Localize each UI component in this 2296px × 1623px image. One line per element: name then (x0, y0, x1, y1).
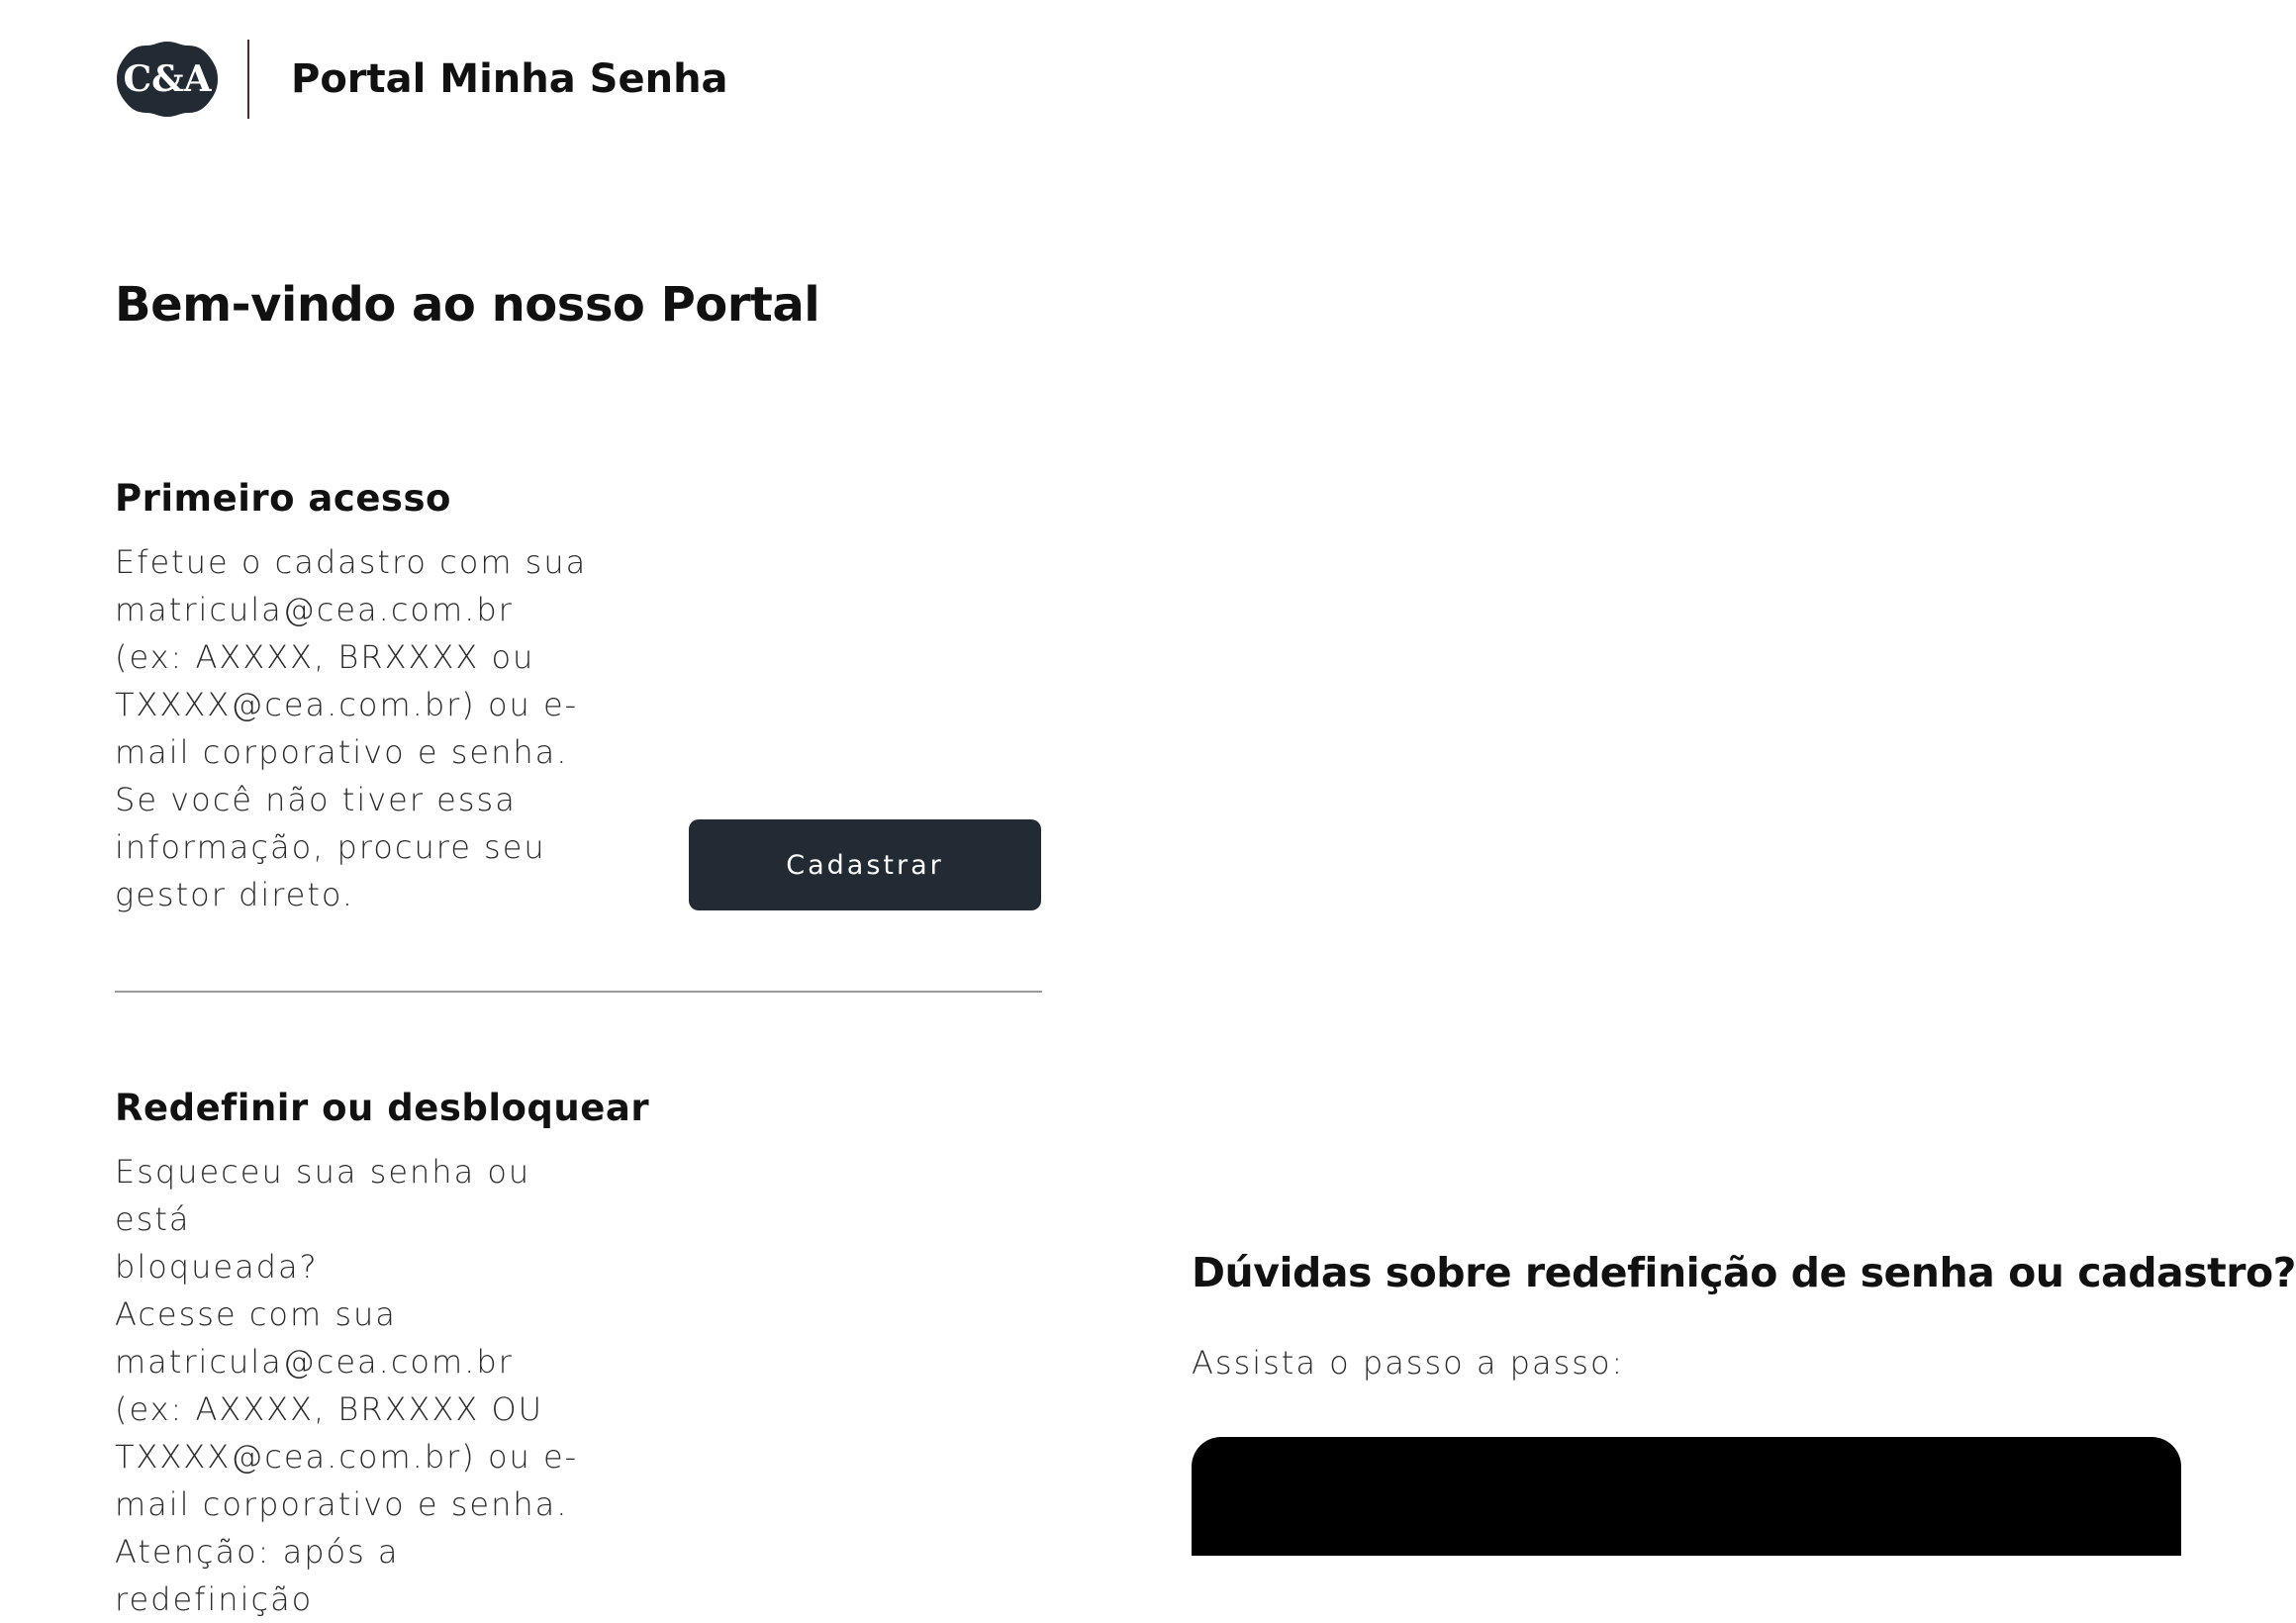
first-access-title: Primeiro acesso (115, 477, 451, 520)
welcome-heading: Bem-vindo ao nosso Portal (115, 277, 820, 333)
first-access-line: TXXXX@cea.com.br) ou e- (115, 686, 579, 723)
first-access-line: informação, procure seu (115, 828, 546, 866)
first-access-line: gestor direto. (115, 876, 355, 913)
page-header: C&A Portal Minha Senha (115, 38, 728, 121)
first-access-line: Se você não tiver essa (115, 781, 517, 818)
portal-name: Portal Minha Senha (291, 56, 728, 102)
logo-text: C&A (123, 58, 212, 100)
help-title: Dúvidas sobre redefinição de senha ou ca… (1192, 1249, 2296, 1296)
reset-line: bloqueada? (115, 1248, 319, 1286)
help-subtitle: Assista o passo a passo: (1192, 1344, 1625, 1382)
ca-logo[interactable]: C&A (115, 40, 220, 119)
reset-line: mail corporativo e senha. (115, 1485, 569, 1523)
reset-line: Esqueceu sua senha ou está (115, 1153, 531, 1238)
first-access-line: (ex: AXXXX, BRXXXX ou (115, 638, 535, 676)
section-divider (115, 991, 1042, 993)
reset-line: TXXXX@cea.com.br) ou e- (115, 1438, 579, 1476)
header-divider (247, 40, 249, 119)
first-access-line: Efetue o cadastro com sua (115, 543, 588, 581)
video-player[interactable] (1192, 1437, 2181, 1556)
first-access-description: Efetue o cadastro com sua matricula@cea.… (115, 538, 590, 918)
reset-line: Acesse com sua (115, 1295, 397, 1333)
first-access-line: matricula@cea.com.br (115, 591, 514, 628)
reset-line: Atenção: após a redefinição (115, 1533, 400, 1618)
cadastrar-button[interactable]: Cadastrar (689, 819, 1041, 910)
first-access-line: mail corporativo e senha. (115, 733, 569, 771)
reset-description: Esqueceu sua senha ou está bloqueada? Ac… (115, 1148, 590, 1623)
reset-line: matricula@cea.com.br (115, 1343, 514, 1381)
reset-title: Redefinir ou desbloquear (115, 1087, 650, 1129)
reset-line: (ex: AXXXX, BRXXXX OU (115, 1390, 544, 1428)
